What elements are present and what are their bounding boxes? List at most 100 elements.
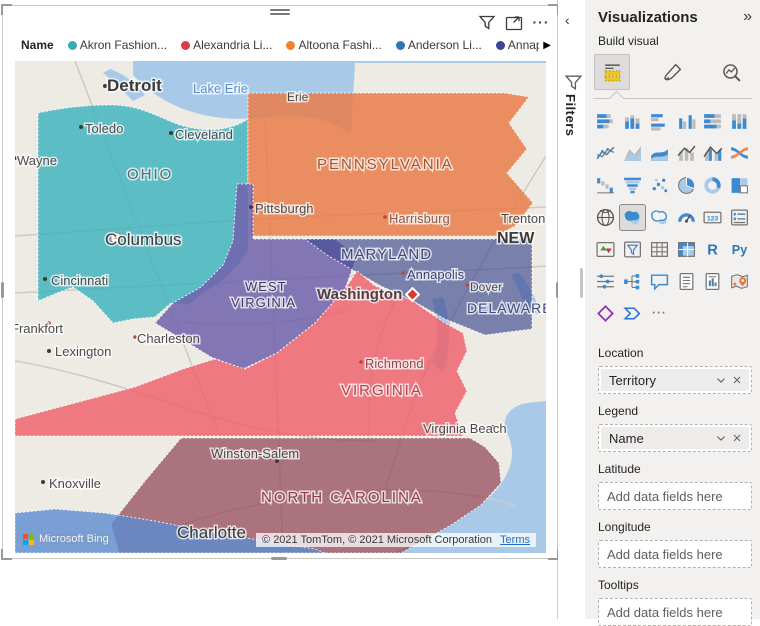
multi-row-card-icon[interactable] bbox=[727, 205, 752, 230]
visual-filter-icon[interactable] bbox=[477, 12, 497, 32]
matrix-icon[interactable] bbox=[674, 237, 699, 262]
r-script-icon[interactable]: R bbox=[700, 237, 725, 262]
pane-title: Visualizations bbox=[598, 8, 698, 26]
stacked-area-chart-icon[interactable] bbox=[647, 141, 672, 166]
legend: Name Akron Fashion... Alexandria Li... Alt… bbox=[9, 34, 551, 56]
map-label: DELAWARE bbox=[467, 300, 546, 316]
more-options-icon[interactable]: ··· bbox=[531, 12, 551, 32]
paginated-report-icon[interactable] bbox=[700, 269, 725, 294]
map-label: NORTH CAROLINA bbox=[261, 489, 423, 506]
well-longitude[interactable]: Add data fields here bbox=[598, 540, 752, 568]
map-label: Virginia Beach bbox=[423, 421, 507, 436]
map-label: Cleveland bbox=[175, 127, 233, 142]
resize-handle-bottom-left[interactable] bbox=[1, 549, 12, 560]
expand-filters-icon[interactable]: ‹ bbox=[565, 12, 570, 28]
well-placeholder[interactable]: Add data fields here bbox=[599, 489, 723, 504]
legend-item[interactable]: Alexandria Li... bbox=[181, 38, 272, 52]
map-label: Dover bbox=[470, 280, 502, 294]
map-label: Charleston bbox=[137, 331, 200, 346]
line-clustered-column-chart-icon[interactable] bbox=[700, 141, 725, 166]
legend-item[interactable]: Akron Fashion... bbox=[67, 38, 168, 52]
legend-item-label: Akron Fashion... bbox=[79, 38, 168, 52]
100-stacked-column-chart-icon[interactable] bbox=[727, 109, 752, 134]
filled-map-visual[interactable]: ··· Name Akron Fashion... Alexandria Li..… bbox=[1, 4, 559, 560]
report-canvas[interactable]: ··· Name Akron Fashion... Alexandria Li..… bbox=[0, 0, 559, 619]
resize-handle-bottom[interactable] bbox=[271, 557, 287, 560]
chevron-down-icon[interactable] bbox=[713, 372, 729, 388]
clustered-column-chart-icon[interactable] bbox=[674, 109, 699, 134]
decomposition-tree-icon[interactable] bbox=[620, 269, 645, 294]
table-icon[interactable] bbox=[647, 237, 672, 262]
well-tooltips[interactable]: Add data fields here bbox=[598, 598, 752, 626]
map-label: VIRGINIA bbox=[231, 295, 296, 310]
arcgis-map-icon[interactable] bbox=[727, 269, 752, 294]
qna-icon[interactable] bbox=[647, 269, 672, 294]
field-pill-value: Territory bbox=[609, 372, 656, 388]
well-placeholder[interactable]: Add data fields here bbox=[599, 547, 723, 562]
area-chart-icon[interactable] bbox=[620, 141, 645, 166]
remove-field-icon[interactable] bbox=[729, 430, 745, 446]
filled-map-icon[interactable] bbox=[618, 204, 646, 231]
smart-narrative-icon[interactable] bbox=[674, 269, 699, 294]
100-stacked-bar-chart-icon[interactable] bbox=[700, 109, 725, 134]
python-icon[interactable]: Py bbox=[727, 237, 752, 262]
slicer-icon[interactable] bbox=[620, 237, 645, 262]
scatter-chart-icon[interactable] bbox=[647, 173, 672, 198]
well-placeholder[interactable]: Add data fields here bbox=[599, 605, 723, 620]
map-label: Trenton bbox=[501, 211, 545, 226]
well-location[interactable]: Territory bbox=[598, 366, 752, 394]
shape-map-icon[interactable] bbox=[647, 205, 672, 230]
svg-text:123: 123 bbox=[707, 215, 719, 222]
well-legend[interactable]: Name bbox=[598, 424, 752, 452]
map-label: Erie bbox=[287, 90, 309, 104]
gauge-icon[interactable] bbox=[674, 205, 699, 230]
kpi-icon[interactable] bbox=[593, 237, 618, 262]
waterfall-chart-icon[interactable] bbox=[593, 173, 618, 198]
legend-item-label: Altoona Fashi... bbox=[298, 38, 382, 52]
drag-handle[interactable] bbox=[270, 9, 290, 17]
remove-field-icon[interactable] bbox=[729, 372, 745, 388]
ribbon-chart-icon[interactable] bbox=[727, 141, 752, 166]
legend-item[interactable]: Annapolis Li... bbox=[495, 38, 539, 52]
legend-item[interactable]: Anderson Li... bbox=[395, 38, 482, 52]
legend-item[interactable]: Altoona Fashi... bbox=[286, 38, 382, 52]
scrollbar-thumb[interactable] bbox=[580, 268, 583, 298]
key-influencers-icon[interactable] bbox=[593, 269, 618, 294]
line-stacked-column-chart-icon[interactable] bbox=[674, 141, 699, 166]
build-visual-tab[interactable] bbox=[594, 54, 630, 90]
resize-handle-top-left[interactable] bbox=[1, 4, 12, 15]
chevron-down-icon[interactable] bbox=[713, 430, 729, 446]
stacked-column-chart-icon[interactable] bbox=[620, 109, 645, 134]
card-icon[interactable]: 123 bbox=[700, 205, 725, 230]
more-visuals-icon[interactable]: ··· bbox=[647, 301, 672, 326]
map-label: WEST bbox=[245, 279, 287, 294]
bing-logo: Microsoft Bing bbox=[23, 533, 109, 545]
legend-overflow-arrow[interactable]: ▶ bbox=[539, 40, 551, 51]
donut-chart-icon[interactable] bbox=[700, 173, 725, 198]
map-label: Charlotte bbox=[177, 523, 246, 542]
well-label-legend: Legend bbox=[598, 404, 639, 418]
filters-pane-collapsed[interactable]: ‹ Filters bbox=[558, 0, 586, 619]
stacked-bar-chart-icon[interactable] bbox=[593, 109, 618, 134]
map-icon[interactable] bbox=[593, 205, 618, 230]
line-chart-icon[interactable] bbox=[593, 141, 618, 166]
resize-handle-left[interactable] bbox=[1, 282, 4, 298]
collapse-pane-icon[interactable]: » bbox=[743, 8, 752, 26]
clustered-bar-chart-icon[interactable] bbox=[647, 109, 672, 134]
microsoft-logo-icon bbox=[23, 533, 34, 545]
pie-chart-icon[interactable] bbox=[674, 173, 699, 198]
well-latitude[interactable]: Add data fields here bbox=[598, 482, 752, 510]
map-label: Pittsburgh bbox=[255, 201, 314, 216]
map-area[interactable]: Detroit Lake Erie Erie Toledo Cleveland Wayne… bbox=[15, 61, 546, 553]
pane-tabs bbox=[585, 52, 760, 90]
analytics-tab[interactable] bbox=[714, 55, 748, 89]
terms-link[interactable]: Terms bbox=[500, 534, 530, 546]
funnel-chart-icon[interactable] bbox=[620, 173, 645, 198]
power-automate-icon[interactable] bbox=[620, 301, 645, 326]
focus-mode-icon[interactable] bbox=[504, 12, 524, 32]
format-visual-tab[interactable] bbox=[655, 55, 689, 89]
treemap-icon[interactable] bbox=[727, 173, 752, 198]
power-apps-icon[interactable] bbox=[593, 301, 618, 326]
field-pill[interactable]: Name bbox=[601, 427, 749, 449]
field-pill[interactable]: Territory bbox=[601, 369, 749, 391]
